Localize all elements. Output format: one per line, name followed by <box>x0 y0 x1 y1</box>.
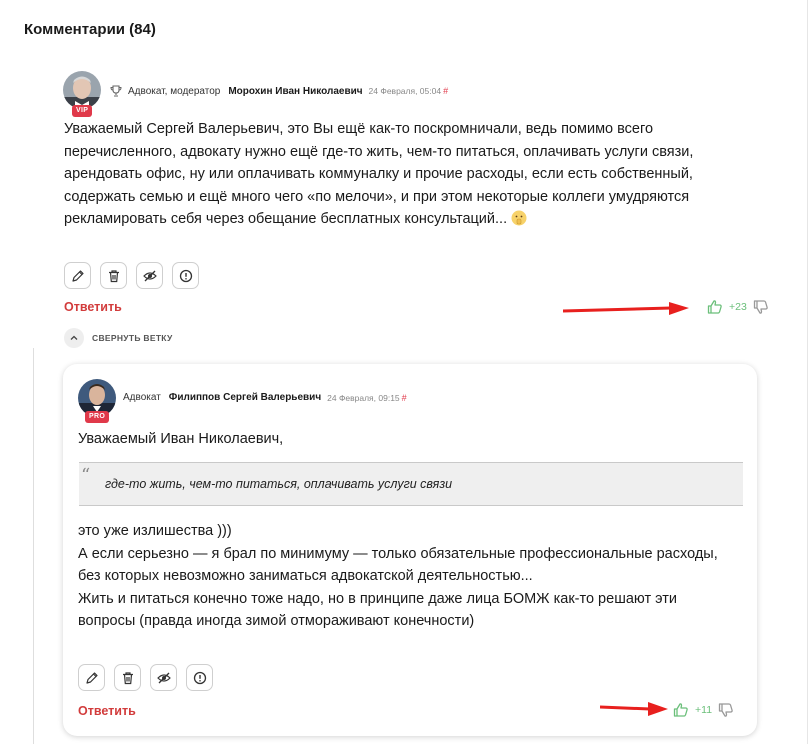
comment-line: вопросы (правда иногда зимой отмораживаю… <box>78 613 475 629</box>
thumb-up-icon[interactable] <box>673 702 689 718</box>
hide-button[interactable] <box>136 262 163 289</box>
delete-button[interactable] <box>114 664 141 691</box>
comment-body: это уже излишества ))) А если серьезно —… <box>78 520 718 633</box>
vote-controls: +23 <box>707 299 769 315</box>
comments-title: Комментарии (84) <box>24 21 156 38</box>
trophy-icon <box>110 85 122 97</box>
reply-greeting: Уважаемый Иван Николаевич, <box>78 428 283 451</box>
red-arrow-annotation <box>563 302 689 315</box>
greeting-line: Уважаемый Иван Николаевич, <box>78 431 284 447</box>
comment-line: содержать семью и ещё много чего «по мел… <box>64 188 690 205</box>
comment-date: 24 Февраля, 09:15 <box>327 392 400 403</box>
comment-permalink[interactable]: # <box>443 86 448 96</box>
pro-badge: PRO <box>85 411 110 423</box>
edit-button[interactable] <box>64 262 91 289</box>
report-button[interactable] <box>186 664 213 691</box>
comment-line: Уважаемый Сергей Валерьевич, это Вы ещё … <box>64 121 654 137</box>
delete-button[interactable] <box>100 262 127 289</box>
author-name[interactable]: Морохин Иван Николаевич <box>228 86 362 97</box>
collapse-thread-button[interactable]: СВЕРНУТЬ ВЕТКУ <box>64 328 173 348</box>
comment-meta: Адвокат Филиппов Сергей Валерьевич 24 Фе… <box>123 392 407 403</box>
shush-emoji-icon <box>511 210 527 226</box>
vote-count: +11 <box>695 704 713 716</box>
author-role: Адвокат, модератор <box>128 85 221 97</box>
thumb-down-icon[interactable] <box>753 299 769 315</box>
warning-icon <box>193 671 206 684</box>
avatar-morokhin[interactable] <box>63 71 101 109</box>
trash-icon <box>108 269 119 282</box>
warning-icon <box>179 269 192 282</box>
comment-actions <box>64 262 199 289</box>
vip-badge: VIP <box>72 105 93 117</box>
pencil-icon <box>71 269 84 282</box>
eye-crossed-icon <box>142 270 157 281</box>
comment-line-last: рекламировать себя через обещание беспла… <box>64 208 693 231</box>
comment-permalink[interactable]: # <box>402 393 407 403</box>
comment-line: без которых невозможно заниматься адвока… <box>78 568 533 584</box>
comment-line: перечисленного, адвокату нужно ещё где-т… <box>64 143 694 160</box>
pencil-icon <box>85 671 98 684</box>
thread-line <box>33 348 34 744</box>
trash-icon <box>122 671 133 684</box>
quote-mark-icon: “ <box>81 465 91 486</box>
vote-controls: +11 <box>673 702 734 718</box>
edit-button[interactable] <box>78 664 105 691</box>
comment-line: это уже излишества ))) <box>78 523 232 539</box>
thumb-down-icon[interactable] <box>718 702 734 718</box>
quote-block: “ где-то жить, чем-то питаться, оплачива… <box>79 462 743 506</box>
comment-actions <box>78 664 213 691</box>
comment-line: арендовать офис, ну или оплачивать комму… <box>64 166 693 182</box>
vote-count: +23 <box>729 301 747 313</box>
chevron-up-icon <box>64 328 84 348</box>
comment-body: Уважаемый Сергей Валерьевич, это Вы ещё … <box>64 118 693 231</box>
comment-line: А если серьезно — я брал по минимуму — т… <box>78 545 718 562</box>
comment-date: 24 Февраля, 05:04 <box>368 86 442 96</box>
report-button[interactable] <box>172 262 199 289</box>
author-role: Адвокат <box>123 392 161 403</box>
eye-crossed-icon <box>156 672 171 683</box>
reply-button[interactable]: Ответить <box>78 704 136 718</box>
comment-meta: Адвокат, модератор Морохин Иван Николаев… <box>110 85 448 97</box>
quote-text: где-то жить, чем-то питаться, оплачивать… <box>105 477 453 491</box>
collapse-thread-label: СВЕРНУТЬ ВЕТКУ <box>92 333 173 343</box>
comment-line: рекламировать себя через обещание беспла… <box>64 211 508 227</box>
thumb-up-icon[interactable] <box>707 299 723 315</box>
hide-button[interactable] <box>150 664 177 691</box>
author-name[interactable]: Филиппов Сергей Валерьевич <box>169 392 321 403</box>
comment-line: Жить и питаться конечно тоже надо, но в … <box>78 590 677 607</box>
reply-button[interactable]: Ответить <box>64 300 122 314</box>
red-arrow-annotation <box>600 702 668 716</box>
